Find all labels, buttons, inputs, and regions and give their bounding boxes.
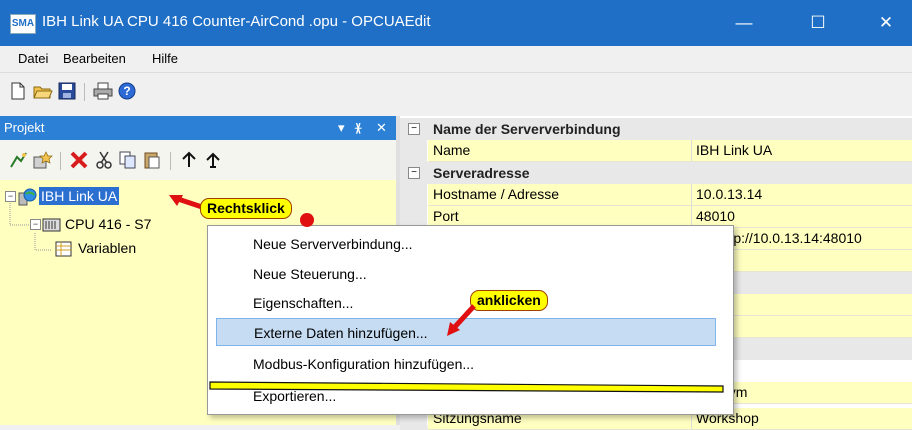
property-category: − Serveradresse (400, 162, 912, 184)
app-icon: SMA (10, 14, 36, 34)
move-top-icon[interactable] (204, 151, 222, 169)
delete-icon[interactable] (70, 151, 88, 169)
click-marker (300, 213, 314, 227)
save-icon[interactable] (58, 82, 76, 100)
panel-pin-icon[interactable]: ᚕ (355, 120, 361, 136)
project-toolbar (0, 140, 396, 180)
maximize-button[interactable]: ☐ (794, 0, 842, 46)
new-document-icon[interactable] (9, 82, 27, 100)
title-bar: SMA IBH Link UA CPU 416 Counter-AirCond … (0, 0, 912, 46)
toolbar-separator (84, 83, 85, 101)
tree-expander[interactable]: − (5, 191, 16, 202)
tree-item-variablen[interactable]: Variablen (78, 239, 136, 257)
property-gutter (400, 140, 427, 162)
property-row[interactable]: Name IBH Link UA (400, 140, 912, 162)
property-value[interactable]: IBH Link UA (691, 140, 912, 162)
paste-icon[interactable] (143, 151, 161, 169)
menu-bar: Datei Bearbeiten Hilfe (0, 46, 912, 73)
property-value[interactable]: 10.0.13.14 (691, 184, 912, 206)
property-name: Name (428, 140, 695, 162)
server-icon (17, 188, 37, 206)
add-connection-icon[interactable] (9, 151, 27, 169)
panel-dropdown-icon[interactable]: ▾ (338, 120, 345, 136)
open-folder-icon[interactable] (33, 82, 53, 100)
panel-close-icon[interactable]: ✕ (376, 120, 387, 136)
arrow-icon (447, 304, 476, 336)
menu-hilfe[interactable]: Hilfe (152, 51, 178, 66)
project-panel-header: Projekt ▾ ᚕ ✕ (0, 116, 396, 140)
tree-item-cpu-416[interactable]: CPU 416 - S7 (65, 215, 151, 233)
cpu-icon (42, 216, 62, 234)
separator-highlight (209, 381, 724, 393)
menu-item-neue-steuerung[interactable]: Neue Steuerung... (216, 260, 716, 288)
main-toolbar: ? (0, 73, 912, 113)
menu-datei[interactable]: Datei (18, 51, 48, 66)
copy-icon[interactable] (119, 151, 137, 169)
menu-item-neue-serververbindung[interactable]: Neue Serververbindung... (216, 230, 716, 258)
toolbar-separator (170, 152, 171, 170)
project-panel-title: Projekt (4, 120, 45, 135)
property-name: Hostname / Adresse (428, 184, 695, 206)
property-gutter (400, 184, 427, 206)
category-label: Name der Serververbindung (433, 121, 621, 137)
property-category: − Name der Serververbindung (400, 118, 912, 140)
menu-bearbeiten[interactable]: Bearbeiten (63, 51, 126, 66)
svg-text:?: ? (123, 84, 130, 98)
category-collapse-toggle[interactable]: − (408, 123, 420, 135)
property-row[interactable]: Hostname / Adresse 10.0.13.14 (400, 184, 912, 206)
menu-item-modbus-konfiguration[interactable]: Modbus-Konfiguration hinzufügen... (216, 350, 716, 378)
cut-icon[interactable] (95, 151, 113, 169)
close-button[interactable]: ✕ (862, 0, 910, 46)
add-item-icon[interactable] (33, 151, 53, 169)
window-title: IBH Link UA CPU 416 Counter-AirCond .opu… (42, 13, 431, 30)
minimize-button[interactable]: — (720, 0, 768, 46)
rechtsklick-callout: Rechtsklick (200, 198, 292, 219)
move-up-icon[interactable] (180, 151, 198, 169)
tree-item-ibh-link-ua[interactable]: IBH Link UA (39, 187, 120, 205)
category-collapse-toggle[interactable]: − (408, 167, 420, 179)
toolbar-separator (60, 152, 61, 170)
tree-expander[interactable]: − (30, 219, 41, 230)
category-label: Serveradresse (433, 165, 530, 181)
help-icon[interactable]: ? (118, 82, 136, 100)
print-icon[interactable] (93, 82, 113, 100)
variables-icon (54, 240, 74, 258)
